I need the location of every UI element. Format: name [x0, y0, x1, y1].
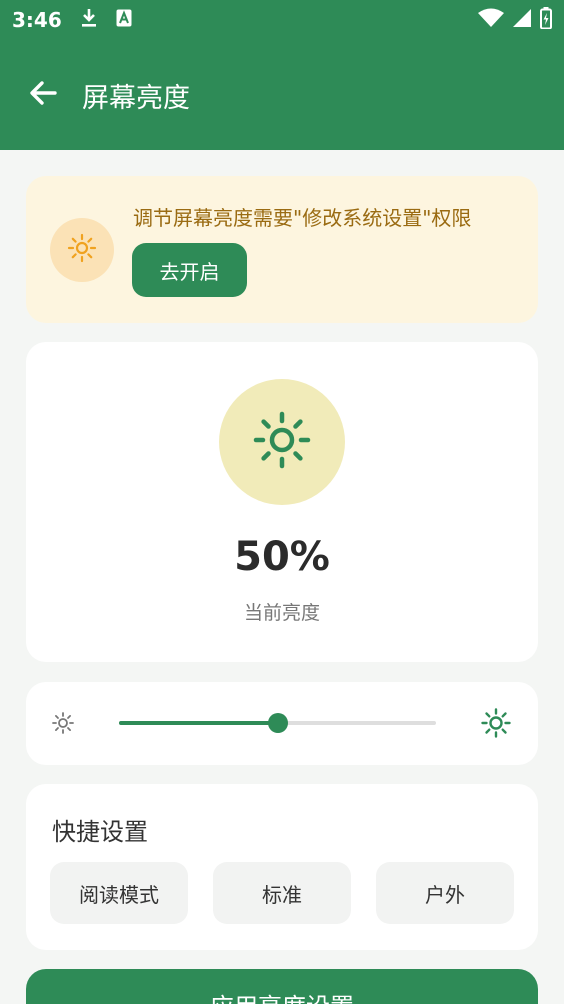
back-arrow-icon[interactable] [28, 78, 58, 112]
brightness-percent: 50% [234, 534, 330, 580]
status-bar: 3:46 [0, 0, 564, 40]
page-title: 屏幕亮度 [82, 82, 190, 114]
sun-icon [67, 233, 97, 267]
reading-mode-button[interactable]: 阅读模式 [50, 862, 188, 924]
brightness-slider[interactable] [119, 713, 436, 733]
app-notification-icon [116, 8, 132, 32]
brightness-label: 当前亮度 [243, 602, 320, 624]
permission-icon-circle [50, 218, 114, 282]
standard-mode-button[interactable]: 标准 [213, 862, 351, 924]
header: 3:46 屏幕亮度 [0, 0, 564, 150]
slider-thumb[interactable] [267, 713, 288, 733]
status-time: 3:46 [12, 8, 62, 32]
download-icon [80, 8, 98, 33]
slider-card [26, 682, 538, 765]
permission-card: 调节屏幕亮度需要"修改系统设置"权限 去开启 [26, 176, 538, 323]
brightness-low-icon [52, 712, 74, 738]
enable-permission-button[interactable]: 去开启 [132, 243, 247, 297]
quick-settings-title: 快捷设置 [52, 818, 148, 846]
signal-icon [512, 8, 532, 33]
quick-settings-card: 快捷设置 阅读模式 标准 户外 [26, 784, 538, 950]
battery-icon [540, 6, 552, 34]
sun-icon [252, 410, 312, 474]
brightness-card: 50% 当前亮度 [26, 342, 538, 662]
app-bar: 屏幕亮度 [0, 60, 564, 130]
brightness-high-icon [481, 708, 511, 742]
outdoor-mode-button[interactable]: 户外 [376, 862, 514, 924]
brightness-icon-circle [219, 379, 345, 505]
slider-fill [119, 721, 278, 725]
wifi-icon [478, 8, 504, 33]
apply-brightness-button[interactable]: 应用亮度设置 [26, 969, 538, 1004]
permission-message: 调节屏幕亮度需要"修改系统设置"权限 [133, 206, 472, 230]
